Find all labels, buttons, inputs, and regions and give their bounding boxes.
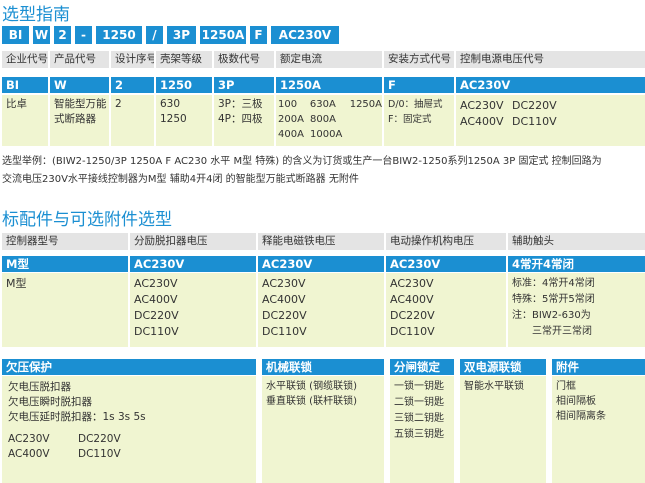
code-box: 1250A [200,26,246,44]
code-cell: AC230V [130,256,256,272]
header-cell: 附件 [552,359,645,375]
code-cell: W [50,77,109,93]
code-cell: AC230V [258,256,384,272]
accessories-title: 标配件与可选附件选型 [2,210,172,230]
attachments-cell: 门框 相间隔板 相间隔离条 [552,376,645,483]
control-voltage-cell: AC230V DC220V AC400V DC110V [456,95,645,146]
code-box: W [33,26,50,44]
code-box: AC230V [271,26,339,44]
header-cell: 欠压保护 [2,359,256,375]
code-cell: 2 [111,77,154,93]
header-cell: 企业代号 [2,51,48,68]
code-cell: 4常开4常闭 [508,256,645,272]
body-cell: 比卓 [2,95,48,146]
body-cell: 3P：三极 4P：四极 [214,95,274,146]
header-cell: 控制器型号 [2,233,128,250]
code-cell: 1250 [156,77,212,93]
body-cell: D/0：抽屉式 F：固定式 [384,95,454,146]
code-box: / [146,26,163,44]
body-cell: 智能型万能 式断路器 [50,95,109,146]
lock-cell: 一锁一钥匙 二锁一钥匙 三锁二钥匙 五锁三钥匙 [390,376,454,483]
header-cell: 分闸锁定 [390,359,454,375]
header-cell: 分励脱扣器电压 [130,233,256,250]
code-cell: 3P [214,77,274,93]
body-cell: AC230V AC400V DC220V DC110V [130,273,256,347]
code-cell: AC230V [456,77,645,93]
aux-contact-cell: 标准：4常开4常闭 特殊：5常开5常闭 注：BIW2-630为 三常开三常闭 [508,273,645,347]
header-cell: 机械联锁 [262,359,384,375]
rated-current-cell: 100 630A 1250A 200A 800A 400A 1000A [276,95,382,146]
header-cell: 极数代号 [214,51,274,68]
code-cell: BI [2,77,48,93]
undervoltage-cell: 欠电压脱扣器 欠电压瞬时脱扣器 欠电压延时脱扣器：1s 3s 5s AC230V… [2,376,256,483]
body-cell: AC230V AC400V DC220V DC110V [386,273,506,347]
code-box: 2 [54,26,71,44]
selection-example: 选型举例：(BIW2-1250/3P 1250A F AC230 水平 M型 特… [2,156,602,185]
code-cell: 1250A [276,77,382,93]
header-cell: 壳架等级 [156,51,212,68]
code-cell: M型 [2,256,128,272]
code-cell: AC230V [386,256,506,272]
header-cell: 辅助触头 [508,233,645,250]
body-cell: 2 [111,95,154,146]
header-cell: 安装方式代号 [384,51,454,68]
dual-power-cell: 智能水平联锁 [460,376,546,483]
header-cell: 产品代号 [50,51,109,68]
header-cell: 控制电源电压代号 [456,51,645,68]
code-cell: F [384,77,454,93]
code-box: - [75,26,92,44]
body-cell: 630 1250 [156,95,212,146]
header-cell: 设计序号 [111,51,154,68]
header-cell: 释能电磁铁电压 [258,233,384,250]
code-box: F [250,26,267,44]
header-cell: 额定电流 [276,51,382,68]
mechanical-interlock-cell: 水平联锁 (钢缆联锁) 垂直联锁 (联杆联锁) [262,376,384,483]
header-cell: 双电源联锁 [460,359,546,375]
body-cell: M型 [2,273,128,347]
selection-guide-title: 选型指南 [2,5,70,25]
code-box: 1250 [96,26,142,44]
body-cell: AC230V AC400V DC220V DC110V [258,273,384,347]
header-cell: 电动操作机构电压 [386,233,506,250]
code-box: 3P [167,26,196,44]
code-box: BI [2,26,29,44]
